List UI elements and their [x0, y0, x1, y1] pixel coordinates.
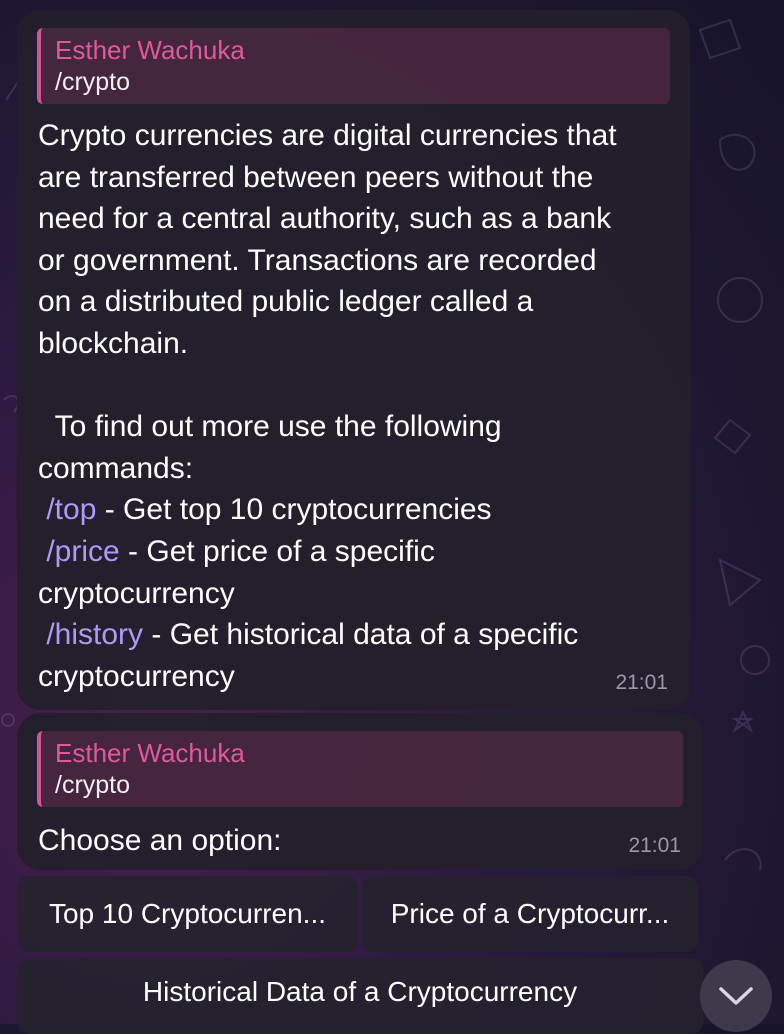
message-line: or government. Transactions are recorded — [38, 240, 672, 282]
reply-author-name: Esther Wachuka — [55, 738, 245, 768]
message-text-segment: on a distributed public ledger called a — [38, 285, 534, 319]
message-line: /history - Get historical data of a spec… — [38, 614, 672, 656]
message-text: Choose an option: — [38, 824, 282, 857]
chevron-down-icon — [719, 987, 753, 1005]
keyboard-button-top10[interactable]: Top 10 Cryptocurren... — [17, 876, 358, 952]
message-text-segment: need for a central authority, such as a … — [38, 202, 612, 236]
message-text-segment: commands: — [38, 451, 194, 485]
message-timestamp: 21:01 — [615, 671, 668, 694]
message-text-segment: - Get historical data of a specific — [143, 618, 579, 652]
message-line: /top - Get top 10 cryptocurrencies — [38, 489, 672, 531]
keyboard-button-history[interactable]: Historical Data of a Cryptocurrency — [17, 958, 703, 1034]
message-line: need for a central authority, such as a … — [38, 198, 672, 240]
keyboard-button-label: Historical Data of a Cryptocurrency — [142, 976, 578, 1007]
message-line: Crypto currencies are digital currencies… — [38, 115, 672, 157]
message-bubble[interactable]: Esther Wachuka /crypto Choose an option:… — [17, 713, 703, 870]
command-link[interactable]: /history — [46, 618, 143, 651]
message-text-segment: To find out more use the following — [38, 410, 502, 444]
reply-preview[interactable]: Esther Wachuka /crypto — [37, 731, 683, 807]
scroll-to-bottom-button[interactable] — [700, 960, 772, 1032]
message-line: on a distributed public ledger called a — [38, 281, 672, 323]
message-line: cryptocurrency — [38, 573, 672, 615]
message-text-segment: Crypto currencies are digital currencies… — [38, 119, 617, 152]
message-timestamp: 21:01 — [628, 834, 681, 857]
message-line: are transferred between peers without th… — [38, 157, 672, 199]
message-line — [38, 365, 672, 407]
message-text-segment: or government. Transactions are recorded — [38, 243, 597, 277]
message-text-segment: cryptocurrency — [38, 659, 235, 693]
keyboard-button-price[interactable]: Price of a Cryptocurr... — [362, 876, 698, 952]
reply-quoted-text: /crypto — [55, 771, 131, 799]
message-bubble[interactable]: Esther Wachuka /crypto Crypto currencies… — [17, 10, 690, 710]
message-line: cryptocurrency — [38, 656, 672, 698]
message-text: Crypto currencies are digital currencies… — [38, 115, 672, 697]
message-text-segment: - Get top 10 cryptocurrencies — [96, 493, 492, 527]
reply-author-name: Esther Wachuka — [55, 35, 245, 65]
reply-preview[interactable]: Esther Wachuka /crypto — [37, 28, 670, 104]
command-link[interactable]: /top — [46, 493, 96, 526]
message-text-segment: - Get price of a specific — [119, 534, 435, 568]
message-line: blockchain. — [38, 323, 672, 365]
message-line: commands: — [38, 448, 672, 490]
message-line: To find out more use the following — [38, 406, 672, 448]
message-text-segment: cryptocurrency — [38, 576, 235, 610]
message-line: /price - Get price of a specific — [38, 531, 672, 573]
message-text-segment: are transferred between peers without th… — [38, 160, 594, 194]
reply-quoted-text: /crypto — [55, 68, 131, 96]
message-text-segment: blockchain. — [38, 326, 189, 360]
keyboard-button-label: Top 10 Cryptocurren... — [48, 898, 327, 929]
keyboard-button-label: Price of a Cryptocurr... — [390, 898, 670, 929]
command-link[interactable]: /price — [46, 535, 119, 568]
